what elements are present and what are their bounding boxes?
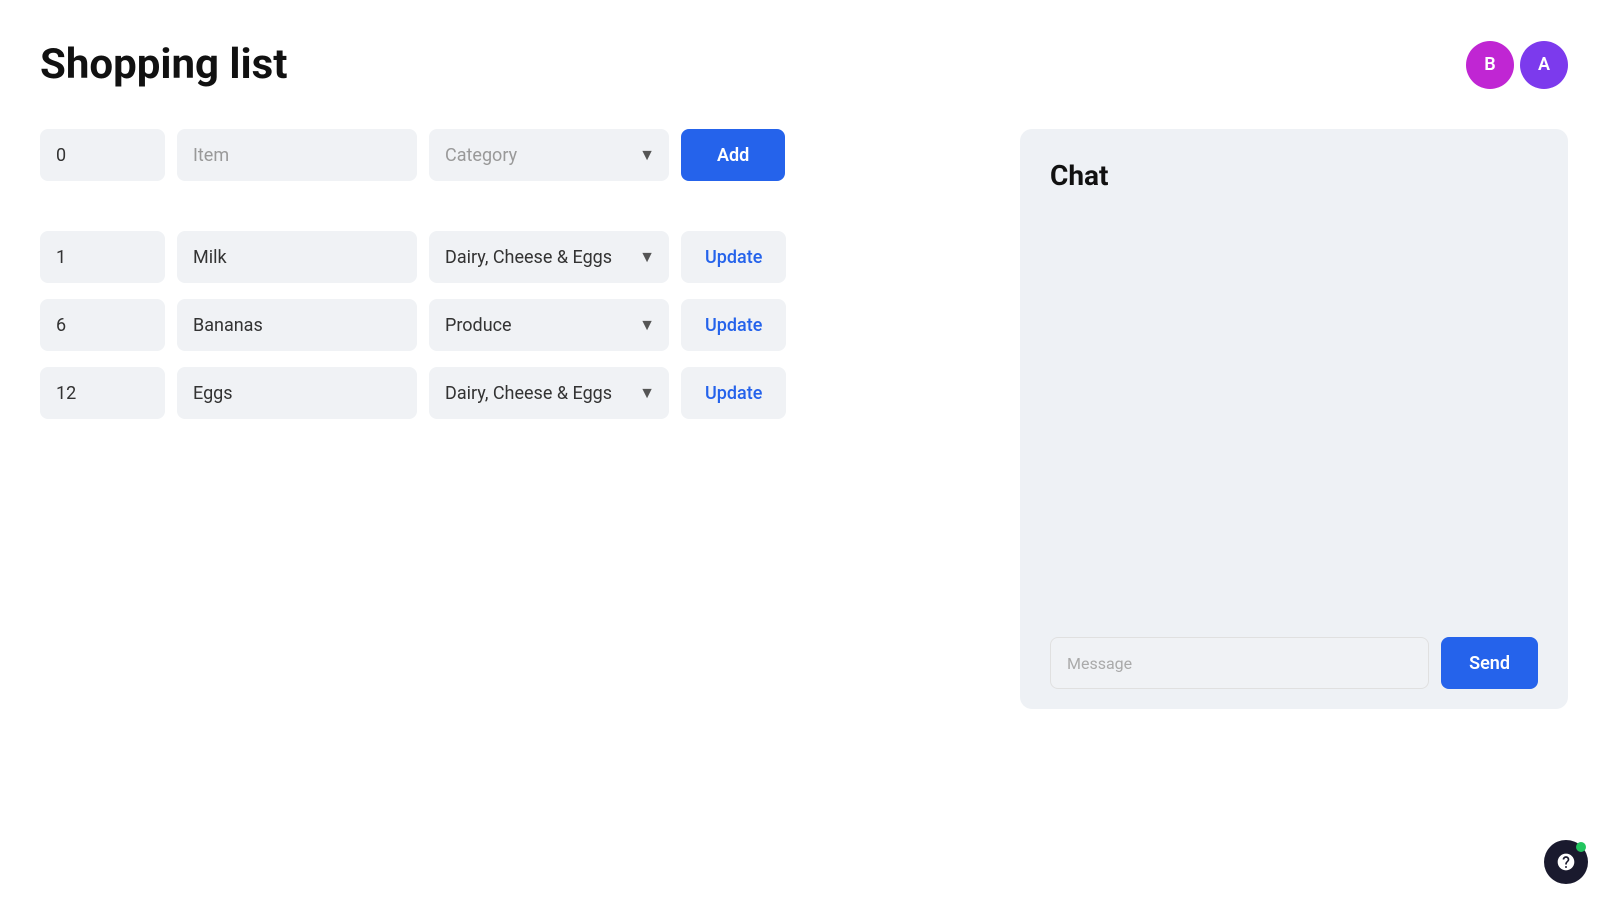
user-avatars: B A — [1466, 41, 1568, 89]
chat-title: Chat — [1050, 159, 1538, 192]
list-rows: Produce Dairy, Cheese & Eggs Meat & Seaf… — [40, 231, 960, 419]
new-item-name-input[interactable] — [177, 129, 417, 181]
item-category-select-1[interactable]: Produce Dairy, Cheese & Eggs Meat & Seaf… — [429, 231, 669, 283]
item-category-select-2[interactable]: Produce Dairy, Cheese & Eggs Meat & Seaf… — [429, 299, 669, 351]
add-row: Category Produce Dairy, Cheese & Eggs Me… — [40, 129, 960, 181]
item-category-wrapper-2: Produce Dairy, Cheese & Eggs Meat & Seaf… — [429, 299, 669, 351]
item-qty-input-2[interactable] — [40, 299, 165, 351]
chat-panel: Chat Send — [1020, 129, 1568, 709]
new-item-category-wrapper: Category Produce Dairy, Cheese & Eggs Me… — [429, 129, 669, 181]
update-button-1[interactable]: Update — [681, 231, 786, 283]
chat-messages — [1050, 212, 1538, 617]
new-item-category-select[interactable]: Category Produce Dairy, Cheese & Eggs Me… — [429, 129, 669, 181]
item-category-select-3[interactable]: Produce Dairy, Cheese & Eggs Meat & Seaf… — [429, 367, 669, 419]
update-button-2[interactable]: Update — [681, 299, 786, 351]
page-title: Shopping list — [40, 40, 287, 89]
page-header: Shopping list B A — [0, 0, 1608, 109]
item-name-input-1[interactable] — [177, 231, 417, 283]
item-qty-input-3[interactable] — [40, 367, 165, 419]
table-row: Produce Dairy, Cheese & Eggs Meat & Seaf… — [40, 299, 960, 351]
send-button[interactable]: Send — [1441, 637, 1538, 689]
item-category-wrapper-1: Produce Dairy, Cheese & Eggs Meat & Seaf… — [429, 231, 669, 283]
help-widget[interactable] — [1544, 840, 1588, 884]
table-row: Produce Dairy, Cheese & Eggs Meat & Seaf… — [40, 367, 960, 419]
message-input[interactable] — [1050, 637, 1429, 689]
table-row: Produce Dairy, Cheese & Eggs Meat & Seaf… — [40, 231, 960, 283]
help-icon — [1556, 852, 1576, 872]
shopping-area: Category Produce Dairy, Cheese & Eggs Me… — [40, 129, 1000, 709]
new-item-qty-input[interactable] — [40, 129, 165, 181]
avatar-a[interactable]: A — [1520, 41, 1568, 89]
add-button[interactable]: Add — [681, 129, 785, 181]
avatar-b[interactable]: B — [1466, 41, 1514, 89]
item-qty-input-1[interactable] — [40, 231, 165, 283]
chat-input-row: Send — [1050, 617, 1538, 689]
item-name-input-2[interactable] — [177, 299, 417, 351]
item-category-wrapper-3: Produce Dairy, Cheese & Eggs Meat & Seaf… — [429, 367, 669, 419]
main-content: Category Produce Dairy, Cheese & Eggs Me… — [0, 109, 1608, 729]
help-status-dot — [1576, 842, 1586, 852]
item-name-input-3[interactable] — [177, 367, 417, 419]
update-button-3[interactable]: Update — [681, 367, 786, 419]
